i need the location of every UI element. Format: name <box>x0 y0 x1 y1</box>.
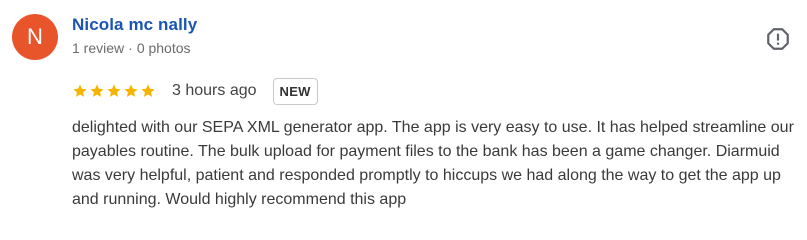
avatar[interactable]: N <box>12 14 58 60</box>
new-badge: NEW <box>272 77 318 105</box>
rating-row: 3 hours ago NEW <box>72 76 318 106</box>
report-review-button[interactable] <box>765 26 791 52</box>
report-octagon-icon <box>765 26 791 52</box>
review-text: delighted with our SEPA XML generator ap… <box>72 119 794 208</box>
star-icon <box>123 83 139 99</box>
photo-count: 0 photos <box>136 40 191 56</box>
star-rating <box>72 83 157 99</box>
review-time: 3 hours ago <box>172 82 257 99</box>
star-icon <box>140 83 156 99</box>
review-card: N Nicola mc nally 1 review · 0 photos 3 ho… <box>0 0 807 236</box>
reviewer-meta: 1 review · 0 photos <box>72 40 191 56</box>
meta-separator: · <box>128 40 133 56</box>
star-icon <box>89 83 105 99</box>
star-icon <box>72 83 88 99</box>
star-icon <box>106 83 122 99</box>
reviewer-name-link[interactable]: Nicola mc nally <box>72 15 197 35</box>
review-count: 1 review <box>72 40 125 56</box>
avatar-initial: N <box>27 24 43 49</box>
